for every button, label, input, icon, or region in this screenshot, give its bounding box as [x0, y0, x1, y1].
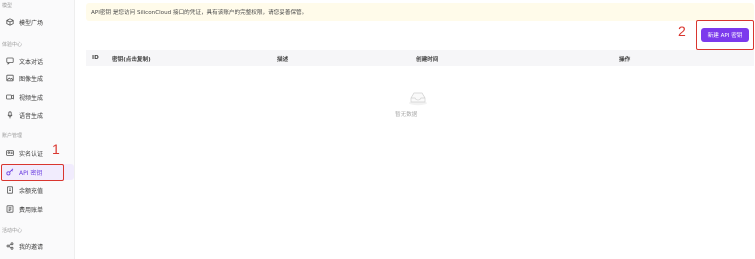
- sidebar-item-billing[interactable]: 费用账单: [2, 201, 74, 217]
- id-card-icon: [6, 149, 14, 157]
- main-content: API密钥 是您访问 SiliconCloud 接口的凭证，具有该账户的完整权限…: [78, 0, 755, 259]
- column-header-key: 密钥(点击复制): [112, 57, 151, 63]
- sidebar-item-realname[interactable]: 实名认证: [2, 145, 74, 161]
- chat-icon: [6, 57, 14, 65]
- sidebar-item-label: 余额充值: [19, 187, 44, 195]
- sidebar-item-invite[interactable]: 我的邀请: [2, 238, 74, 254]
- annotation-step-2: 2: [678, 23, 686, 39]
- share-icon: [6, 242, 14, 250]
- cube-icon: [6, 18, 14, 26]
- sidebar-item-label: 费用账单: [19, 206, 44, 214]
- sidebar-item-text-chat[interactable]: 文本对话: [2, 53, 74, 69]
- sidebar-item-image-gen[interactable]: 图像生成: [2, 70, 74, 86]
- sidebar-item-recharge[interactable]: 余额充值: [2, 182, 74, 198]
- sidebar-item-label: 语音生成: [19, 112, 44, 120]
- section-label-account: 账户管理: [2, 133, 23, 139]
- table-header: ID 密钥(点击复制) 描述 创建时间 操作: [86, 50, 754, 66]
- empty-state-text: 暂无数据: [395, 112, 418, 118]
- sidebar-item-video-gen[interactable]: 视频生成: [2, 89, 74, 105]
- notice-text: API密钥 是您访问 SiliconCloud 接口的凭证，具有该账户的完整权限…: [91, 10, 308, 16]
- bill-icon: [6, 205, 14, 213]
- sidebar-item-voice-gen[interactable]: 语音生成: [2, 107, 74, 123]
- column-header-actions: 操作: [619, 57, 631, 63]
- column-header-id: ID: [92, 55, 99, 61]
- video-icon: [6, 93, 14, 101]
- section-label-experience: 体验中心: [2, 42, 23, 48]
- section-label-model: 模型: [2, 3, 13, 9]
- section-label-activity: 活动中心: [2, 228, 23, 234]
- wallet-icon: [6, 186, 14, 194]
- sidebar-item-label: 我的邀请: [19, 243, 44, 251]
- annotation-step-1: 1: [52, 141, 60, 157]
- microphone-icon: [6, 111, 14, 119]
- notice-banner: API密钥 是您访问 SiliconCloud 接口的凭证，具有该账户的完整权限…: [86, 3, 754, 21]
- annotation-box-api-keys: [1, 164, 64, 181]
- sidebar-item-label: 实名认证: [19, 150, 44, 158]
- column-header-description: 描述: [277, 57, 289, 63]
- sidebar-item-label: 文本对话: [19, 58, 44, 66]
- image-icon: [6, 74, 14, 82]
- sidebar-item-model-square[interactable]: 模型广场: [2, 14, 74, 30]
- new-api-key-button[interactable]: 新建 API 密钥: [701, 28, 749, 42]
- empty-state-icon: [408, 90, 428, 108]
- sidebar-item-label: 模型广场: [19, 19, 44, 27]
- sidebar-item-label: 视频生成: [19, 94, 44, 102]
- sidebar-item-label: 图像生成: [19, 75, 44, 83]
- column-header-created: 创建时间: [416, 57, 439, 63]
- sidebar: 模型 模型广场 体验中心 文本对话 图像生成 视频生成 语音生成 账户管理 实名…: [0, 0, 75, 259]
